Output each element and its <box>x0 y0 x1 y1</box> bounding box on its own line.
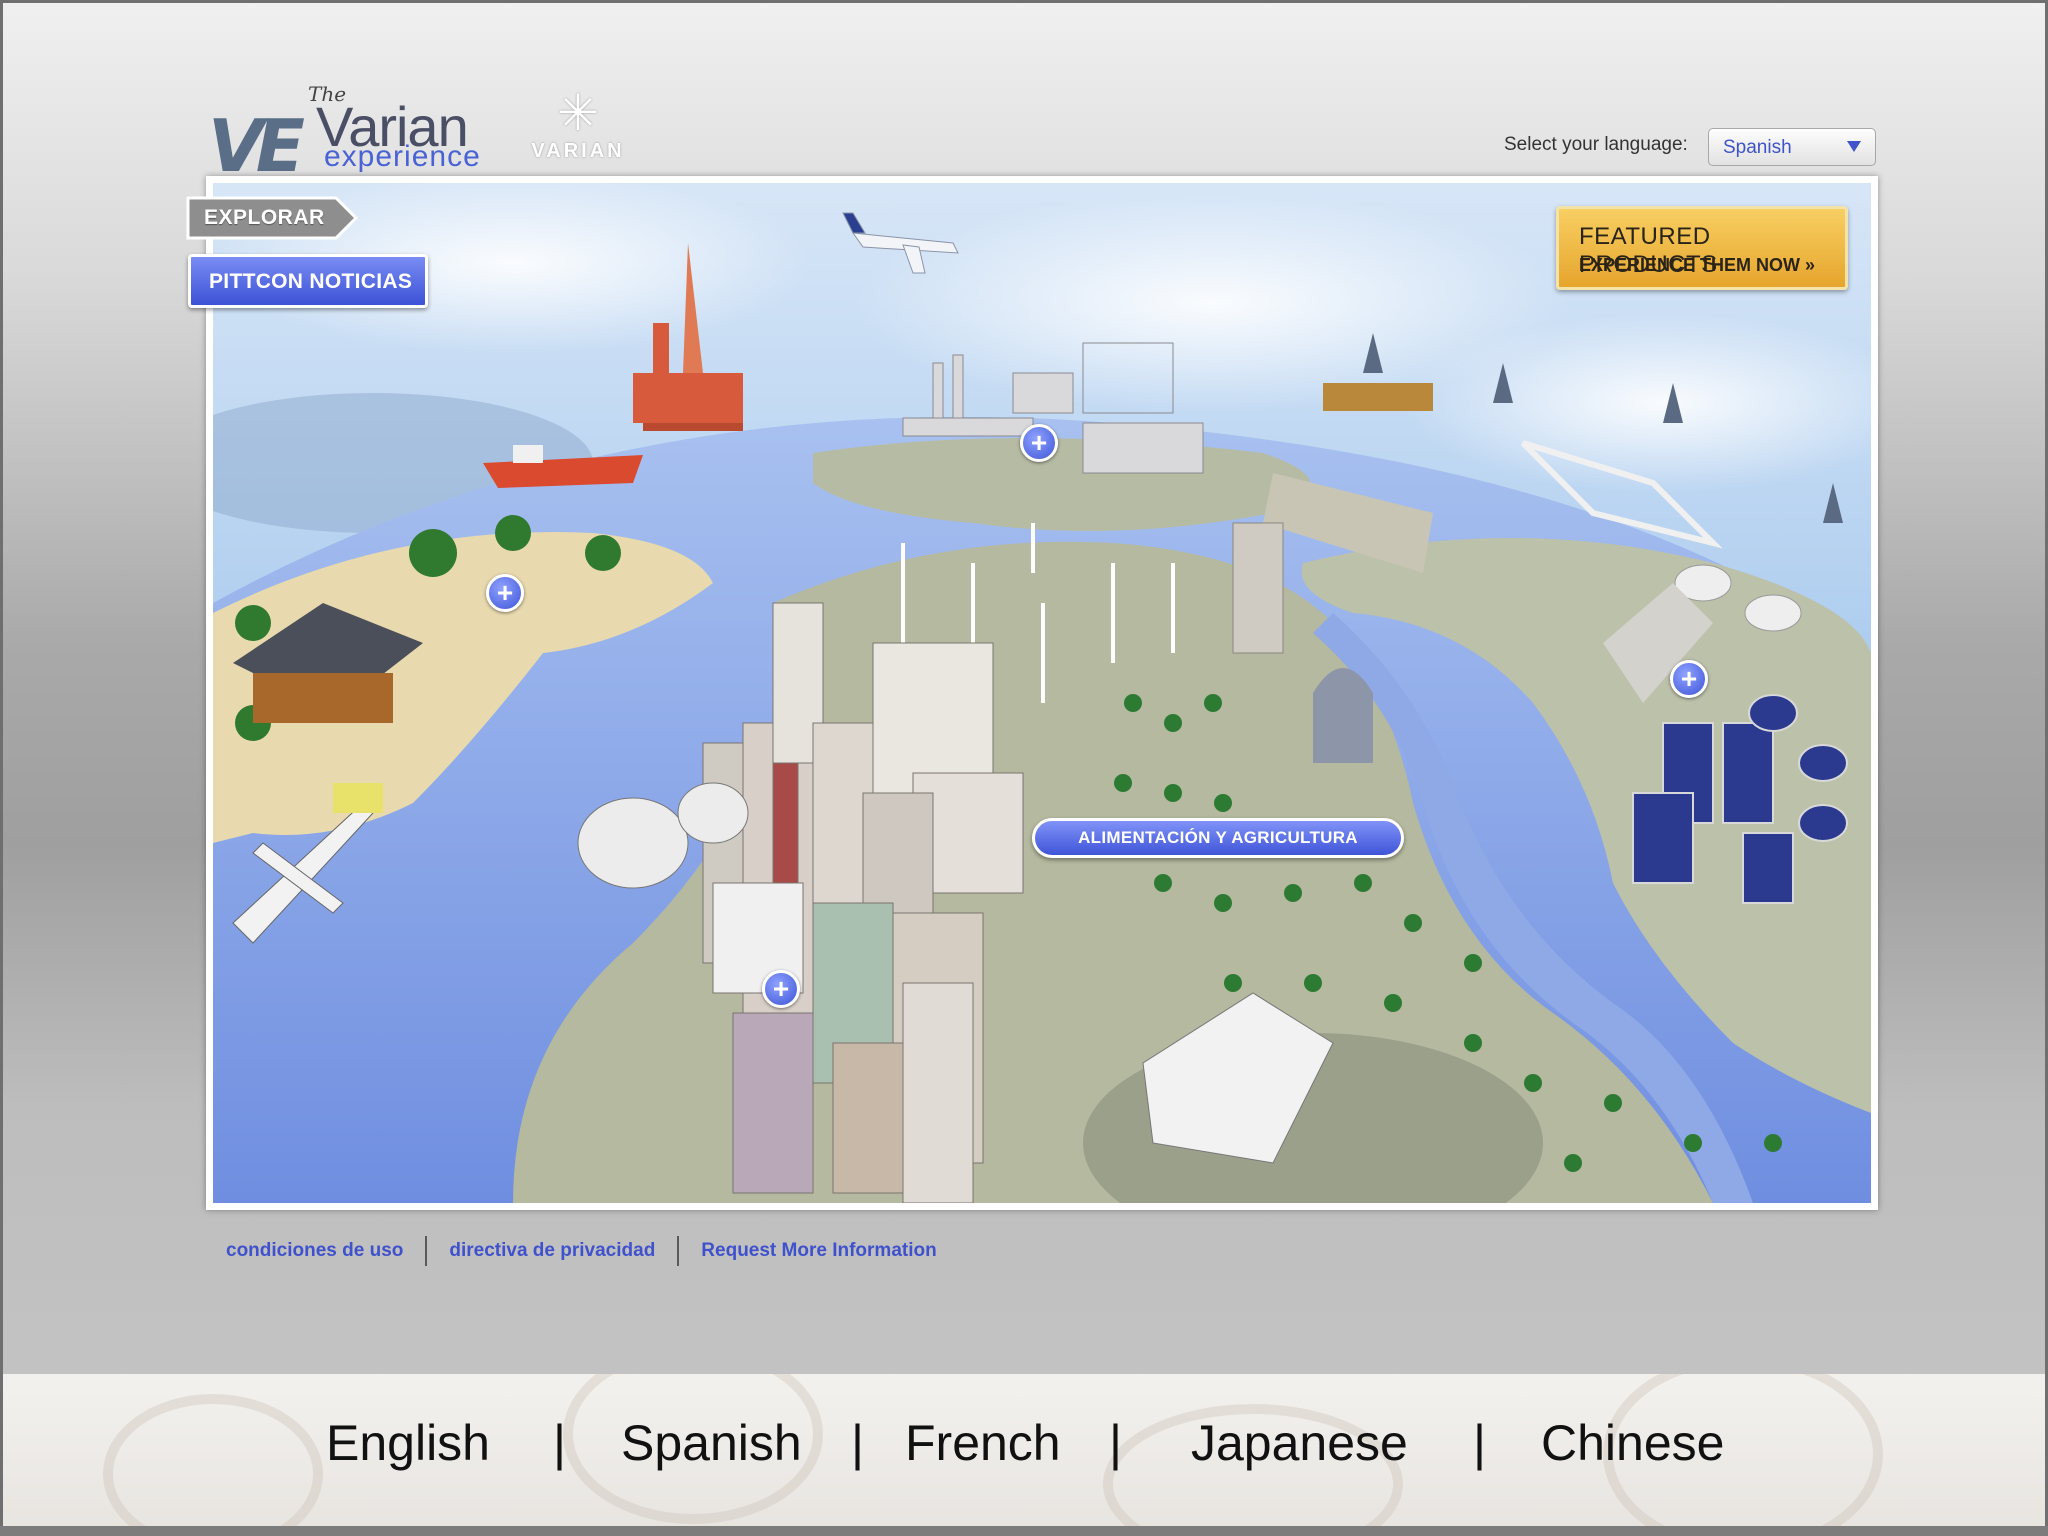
privacy-policy-link[interactable]: directiva de privacidad <box>449 1240 655 1262</box>
language-separator: | <box>1473 1415 1486 1471</box>
footer-separator <box>677 1236 680 1266</box>
varian-experience-logo[interactable]: VE The Varian experience <box>208 82 508 188</box>
footer-links: condiciones de uso directiva de privacid… <box>226 1236 937 1266</box>
world-scene[interactable] <box>206 176 1878 1210</box>
language-option-french[interactable]: French <box>905 1414 1061 1472</box>
plus-icon: + <box>772 973 790 1004</box>
language-option-chinese[interactable]: Chinese <box>1541 1414 1724 1472</box>
food-agriculture-label[interactable]: ALIMENTACIÓN Y AGRICULTURA <box>1032 818 1404 858</box>
hotspot-industry[interactable]: + <box>1020 424 1058 462</box>
footer-separator <box>425 1236 428 1266</box>
chevron-down-icon <box>1847 141 1861 152</box>
request-info-link[interactable]: Request More Information <box>701 1240 936 1262</box>
language-option-english[interactable]: English <box>326 1414 490 1472</box>
world-illustration <box>213 183 1871 1203</box>
plus-icon: + <box>1030 427 1048 458</box>
terms-of-use-link[interactable]: condiciones de uso <box>226 1240 403 1262</box>
language-separator: | <box>553 1415 566 1471</box>
explore-button[interactable]: EXPLORAR <box>186 196 359 240</box>
pittcon-news-button[interactable]: PITTCON NOTICIAS <box>188 254 428 308</box>
varian-brand-name: VARIAN <box>531 140 625 162</box>
language-separator: | <box>851 1415 864 1471</box>
varian-brand-logo: ✳ VARIAN <box>528 86 628 166</box>
language-dropdown-value: Spanish <box>1723 137 1792 158</box>
pittcon-news-label: PITTCON NOTICIAS <box>209 270 413 293</box>
hotspot-solar[interactable]: + <box>1670 660 1708 698</box>
bottom-edge <box>0 1526 2048 1536</box>
varian-star-icon: ✳ <box>557 85 599 141</box>
language-dropdown[interactable]: Spanish <box>1708 128 1876 166</box>
decorative-swirl <box>103 1394 323 1526</box>
plus-icon: + <box>1680 663 1698 694</box>
language-option-spanish[interactable]: Spanish <box>621 1414 802 1472</box>
hotspot-beach[interactable]: + <box>486 574 524 612</box>
language-select-label: Select your language: <box>1504 134 1688 155</box>
hotspot-city[interactable]: + <box>762 970 800 1008</box>
language-separator: | <box>1109 1415 1122 1471</box>
explore-button-label: EXPLORAR <box>204 206 325 229</box>
plus-icon: + <box>496 577 514 608</box>
food-agriculture-text: ALIMENTACIÓN Y AGRICULTURA <box>1078 828 1358 847</box>
language-option-japanese[interactable]: Japanese <box>1191 1414 1408 1472</box>
featured-products-banner[interactable]: FEATURED PRODUCTS EXPERIENCE THEM NOW » <box>1556 206 1848 290</box>
language-bar: English | Spanish | French | Japanese | … <box>3 1374 2045 1526</box>
featured-products-subtitle: EXPERIENCE THEM NOW » <box>1579 255 1816 275</box>
logo-sub-text: experience <box>324 140 481 173</box>
